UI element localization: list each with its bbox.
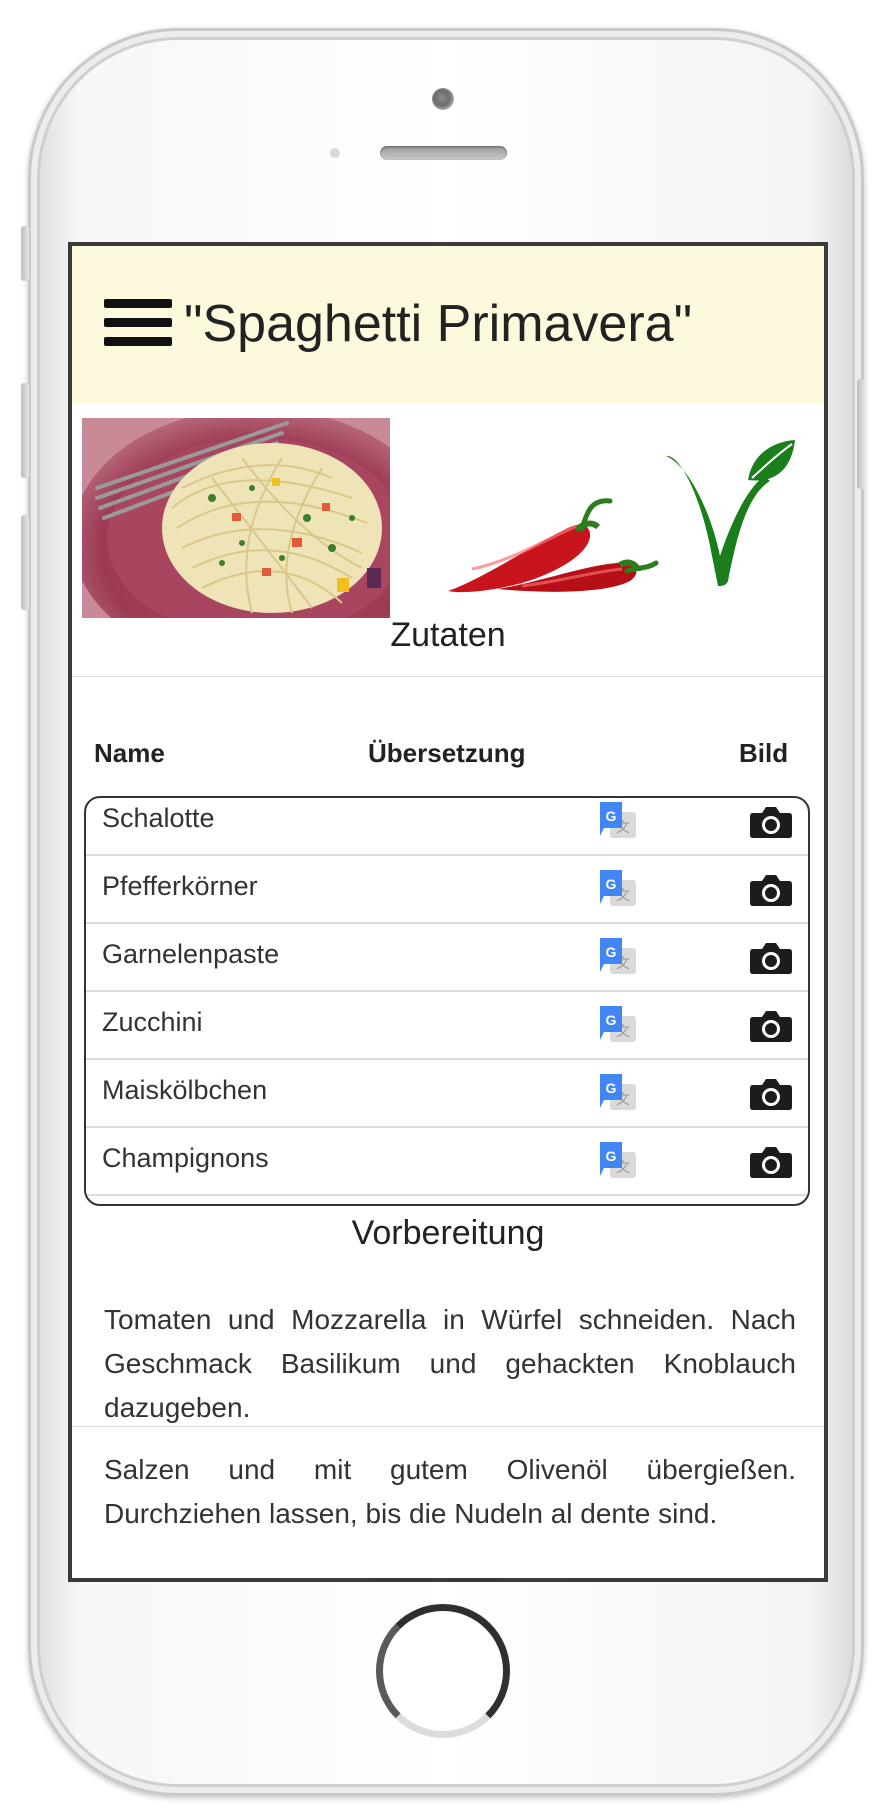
preparation-heading: Vorbereitung xyxy=(351,1214,545,1252)
table-row: Zucchini 文 G xyxy=(86,992,808,1060)
preparation-step: Salzen und mit gutem Olivenöl übergießen… xyxy=(104,1454,796,1529)
camera-icon[interactable] xyxy=(749,804,793,840)
table-row: Maiskölbchen 文 G xyxy=(86,1060,808,1128)
camera-icon[interactable] xyxy=(749,1008,793,1044)
divider xyxy=(72,676,824,677)
silent-switch xyxy=(21,226,29,281)
svg-text:G: G xyxy=(606,1148,617,1164)
ingredient-name: Maiskölbchen xyxy=(102,1075,268,1105)
google-translate-icon[interactable]: 文G xyxy=(596,800,640,844)
camera-icon[interactable] xyxy=(749,940,793,976)
menu-icon[interactable] xyxy=(104,299,172,347)
ingredient-name: Champignons xyxy=(102,1143,269,1173)
divider xyxy=(72,1426,824,1427)
page-title: "Spaghetti Primavera" xyxy=(184,295,693,353)
google-translate-icon[interactable]: 文G xyxy=(596,1004,640,1048)
dish-photo[interactable] xyxy=(82,418,390,618)
app-header: "Spaghetti Primavera" xyxy=(72,246,824,403)
home-button[interactable] xyxy=(376,1604,510,1738)
ingredient-name: Pfefferkörner xyxy=(102,871,258,901)
ingredients-list[interactable]: Schalotte 文 G Pfefferkörner 文 G Garnelenpaste 文… xyxy=(84,796,810,1206)
google-translate-icon[interactable]: 文G xyxy=(596,868,640,912)
column-header-image: Bild xyxy=(739,738,789,768)
svg-text:G: G xyxy=(606,1080,617,1096)
ingredient-name: Schalotte xyxy=(102,803,215,833)
svg-text:G: G xyxy=(606,808,617,824)
volume-up-button xyxy=(21,383,29,478)
proximity-sensor xyxy=(330,148,340,158)
google-translate-icon[interactable]: 文G xyxy=(596,1140,640,1184)
ingredients-heading: Zutaten xyxy=(390,616,506,654)
svg-text:G: G xyxy=(606,1012,617,1028)
table-row: Schalotte 文 G xyxy=(86,798,808,856)
svg-text:G: G xyxy=(606,876,617,892)
column-header-translation: Übersetzung xyxy=(368,738,526,768)
google-translate-icon[interactable]: 文G xyxy=(596,936,640,980)
google-translate-icon[interactable]: 文G xyxy=(596,1072,640,1116)
volume-down-button xyxy=(21,515,29,610)
ingredient-name: Zucchini xyxy=(102,1007,203,1037)
svg-text:G: G xyxy=(606,944,617,960)
table-row: Champignons 文 G xyxy=(86,1128,808,1196)
camera-icon[interactable] xyxy=(749,1076,793,1112)
ingredient-name: Garnelenpaste xyxy=(102,939,280,969)
front-camera xyxy=(432,88,454,110)
preparation-step: Tomaten und Mozzarella in Würfel schneid… xyxy=(104,1304,796,1423)
vegan-v-icon xyxy=(666,440,795,586)
camera-icon[interactable] xyxy=(749,872,793,908)
table-row: Pfefferkörner 文 G xyxy=(86,856,808,924)
chili-pepper-icon xyxy=(448,498,659,593)
table-row: Garnelenpaste 文 G xyxy=(86,924,808,992)
camera-icon[interactable] xyxy=(749,1144,793,1180)
earpiece-speaker xyxy=(380,146,507,160)
column-header-name: Name xyxy=(94,738,165,768)
power-button xyxy=(857,379,865,489)
app-screen: "Spaghetti Primavera" Zutaten Name Übers… xyxy=(68,242,828,1582)
